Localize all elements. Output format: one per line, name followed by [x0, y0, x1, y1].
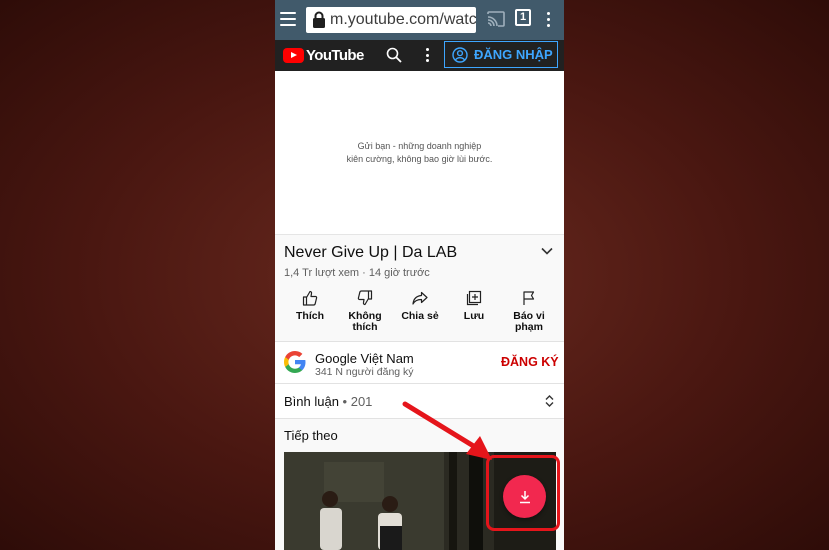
channel-subscribers: 341 N người đăng ký: [315, 366, 414, 378]
share-icon: [412, 291, 428, 305]
dislike-button[interactable]: Không thích: [337, 290, 393, 333]
menu-icon[interactable]: [280, 12, 296, 26]
more-vert-icon[interactable]: [426, 48, 429, 63]
share-button[interactable]: Chia sẻ: [392, 290, 448, 322]
subscribe-button[interactable]: ĐĂNG KÝ: [501, 355, 559, 369]
like-label: Thích: [296, 310, 324, 322]
video-info: Never Give Up | Da LAB 1,4 Tr lượt xem ·…: [275, 235, 564, 341]
youtube-play-icon: [283, 48, 304, 63]
youtube-header: YouTube ĐĂNG NHẬP: [275, 40, 564, 71]
signin-label: ĐĂNG NHẬP: [474, 47, 553, 62]
youtube-logo[interactable]: YouTube: [283, 47, 364, 64]
comments-label: Bình luận • 201: [284, 394, 372, 409]
account-icon: [452, 46, 468, 63]
url-text: m.youtube.com/watch: [330, 11, 476, 28]
channel-row: Google Việt Nam 341 N người đăng ký ĐĂNG…: [275, 342, 564, 383]
video-caption-line: kiên cường, không bao giờ lùi bước.: [346, 154, 493, 164]
signin-button[interactable]: ĐĂNG NHẬP: [444, 41, 558, 68]
video-meta: 1,4 Tr lượt xem · 14 giờ trước: [284, 267, 430, 279]
comments-separator: •: [338, 394, 351, 409]
video-title: Never Give Up | Da LAB: [284, 244, 458, 261]
sort-icon[interactable]: [545, 395, 554, 407]
video-caption-line: Gửi bạn - những doanh nghiệp: [357, 141, 482, 151]
report-label: phạm: [514, 321, 543, 333]
report-button[interactable]: Báo vi phạm: [501, 290, 557, 333]
dislike-label: thích: [352, 321, 378, 333]
video-player[interactable]: Gửi bạn - những doanh nghiệp kiên cường,…: [275, 71, 564, 235]
add-to-playlist-icon: [466, 290, 482, 306]
more-vert-icon[interactable]: [547, 12, 551, 28]
browser-toolbar: m.youtube.com/watch 1: [275, 0, 564, 40]
save-label: Lưu: [463, 310, 485, 322]
comments-title: Bình luận: [284, 394, 339, 409]
action-bar: Thích Không thích Chia sẻ Lưu Báo vi phạ…: [275, 290, 564, 340]
youtube-logo-text: YouTube: [306, 47, 364, 64]
thumb-down-icon: [357, 290, 373, 306]
tabs-icon[interactable]: 1: [515, 9, 531, 26]
download-icon: [519, 490, 530, 503]
up-next-label: Tiếp theo: [284, 428, 338, 443]
video-caption: Gửi bạn - những doanh nghiệp kiên cường,…: [275, 140, 564, 166]
cast-icon[interactable]: [487, 11, 505, 27]
chevron-down-icon[interactable]: [541, 247, 553, 255]
share-label: Chia sẻ: [401, 310, 439, 322]
thumb-up-icon: [302, 290, 318, 306]
channel-name[interactable]: Google Việt Nam: [315, 351, 414, 366]
arrow-annotation-icon: [402, 401, 492, 460]
like-button[interactable]: Thích: [282, 290, 338, 322]
download-button[interactable]: [503, 475, 546, 518]
flag-icon: [523, 291, 535, 305]
url-bar[interactable]: m.youtube.com/watch: [306, 7, 476, 33]
google-logo-icon[interactable]: [283, 350, 307, 374]
save-button[interactable]: Lưu: [446, 290, 502, 322]
comments-count: 201: [350, 394, 373, 409]
lock-icon: [313, 11, 325, 28]
search-icon[interactable]: [386, 47, 402, 63]
